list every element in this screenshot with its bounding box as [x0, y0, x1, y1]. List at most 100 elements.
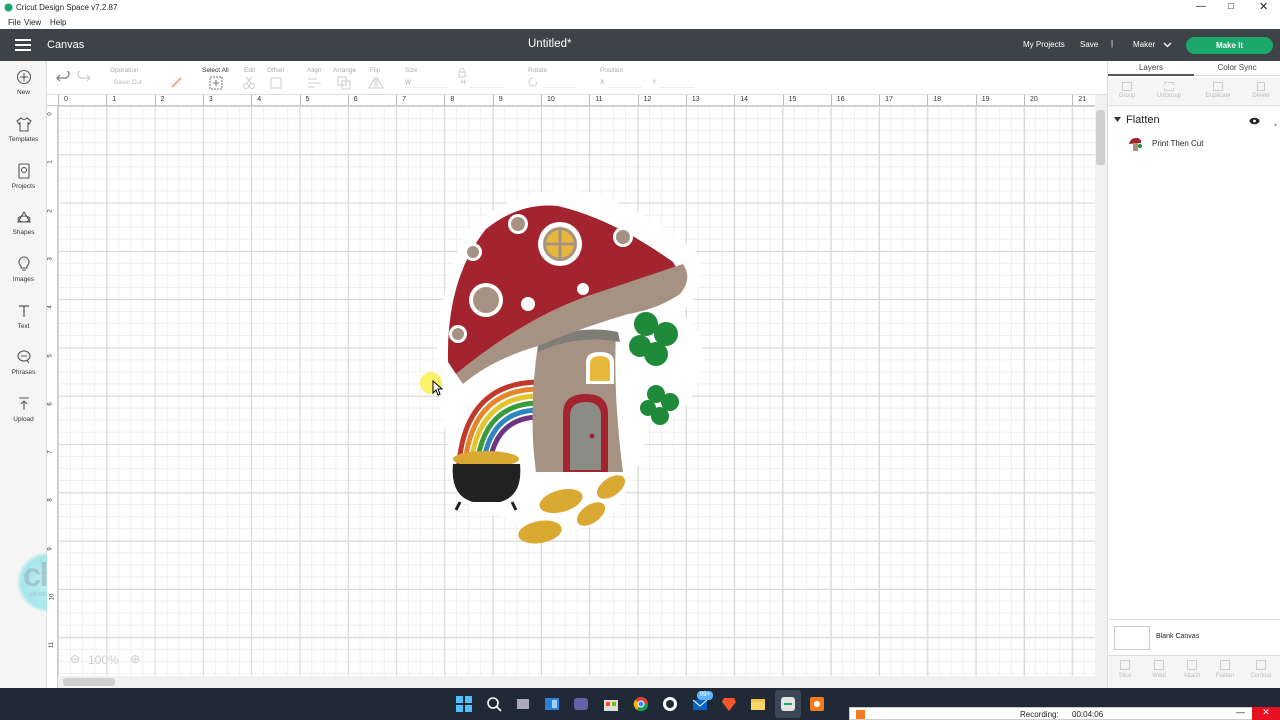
ruler-top-line — [685, 95, 687, 106]
operation-select[interactable]: Basic Cut — [114, 79, 142, 86]
arrange-icon[interactable] — [337, 76, 353, 90]
ruler-top-line — [251, 95, 253, 106]
width-input[interactable] — [413, 77, 447, 88]
sidebar-item-phrases[interactable]: Phrases — [0, 349, 47, 376]
zoom-control[interactable]: ⊖ 100% ⊕ — [70, 650, 142, 670]
panel-scrollbar[interactable]: ▴ — [1274, 113, 1279, 613]
attach-button[interactable]: Attach — [1176, 660, 1208, 679]
blank-canvas-row[interactable]: Blank Canvas — [1108, 619, 1280, 655]
sidebar-item-templates[interactable]: Templates — [0, 116, 47, 143]
offset-icon[interactable] — [269, 76, 285, 90]
edit-label[interactable]: Edit — [244, 67, 255, 74]
sidebar-item-new[interactable]: New — [0, 69, 47, 96]
select-all-icon[interactable] — [209, 76, 223, 90]
flatten-button[interactable]: Flatten — [1208, 660, 1242, 679]
recorder-icon[interactable] — [809, 696, 825, 712]
delete-button[interactable]: Delete — [1245, 82, 1277, 99]
contour-button[interactable]: Contour — [1244, 660, 1278, 679]
ungroup-button[interactable]: UnGroup — [1153, 82, 1185, 99]
sidebar-item-images[interactable]: Images — [0, 256, 47, 283]
menu-help[interactable]: Help — [50, 18, 66, 27]
search-icon[interactable] — [486, 696, 502, 712]
edit-scissors-icon[interactable] — [242, 76, 258, 90]
my-projects-link[interactable]: My Projects — [1023, 40, 1065, 49]
sidebar-item-upload[interactable]: Upload — [0, 396, 47, 423]
select-all-label[interactable]: Select All — [202, 67, 229, 74]
ruler-top-line — [58, 95, 59, 106]
collapse-triangle-icon[interactable] — [1114, 117, 1121, 123]
task-view-icon[interactable] — [515, 696, 531, 712]
layer-group-name[interactable]: Flatten — [1126, 114, 1160, 126]
close-icon[interactable]: ✕ — [1259, 0, 1268, 13]
group-label: Group — [1118, 93, 1136, 99]
horizontal-scroll-thumb[interactable] — [63, 678, 115, 686]
arrange-label[interactable]: Arrange — [333, 67, 356, 74]
vertical-scrollbar[interactable] — [1095, 95, 1107, 688]
ruler-top-line — [541, 95, 542, 106]
menu-file[interactable]: File — [8, 18, 21, 27]
make-it-button[interactable]: Make It — [1186, 37, 1273, 54]
widgets-icon[interactable] — [544, 696, 560, 712]
cricut-taskbar-active[interactable] — [775, 690, 801, 718]
file-explorer-icon[interactable] — [750, 696, 766, 712]
align-icon[interactable] — [307, 77, 323, 89]
y-input[interactable] — [660, 77, 694, 88]
tab-color-sync[interactable]: Color Sync — [1194, 61, 1280, 76]
lock-icon[interactable] — [457, 68, 467, 78]
zoom-out-icon[interactable]: ⊖ — [70, 652, 80, 666]
ruler-top-tick: 20 — [1030, 96, 1038, 103]
flip-label[interactable]: Flip — [370, 67, 380, 74]
ruler-left-tick: 3 — [47, 257, 54, 261]
horizontal-scrollbar[interactable] — [58, 676, 1095, 688]
undo-icon[interactable] — [56, 71, 70, 83]
x-input[interactable] — [608, 77, 642, 88]
ruler-top-line — [927, 95, 929, 106]
store-icon[interactable] — [603, 696, 619, 712]
ruler-top-tick: 16 — [836, 96, 845, 103]
plus-circle-icon — [16, 69, 31, 85]
duplicate-button[interactable]: Duplicate — [1200, 82, 1236, 99]
ruler-top-tick: 1 — [112, 96, 117, 103]
recording-close-icon[interactable]: ✕ — [1252, 707, 1280, 720]
height-input[interactable] — [469, 77, 503, 88]
teams-chat-icon[interactable] — [573, 696, 589, 712]
windows-start-icon[interactable] — [456, 696, 472, 712]
menu-view[interactable]: View — [24, 18, 41, 27]
save-button[interactable]: Save — [1080, 40, 1098, 49]
zoom-in-icon[interactable]: ⊕ — [130, 652, 140, 666]
hamburger-menu-icon[interactable] — [15, 39, 31, 51]
sidebar-item-shapes[interactable]: Shapes — [0, 209, 47, 236]
maximize-icon[interactable]: □ — [1228, 1, 1234, 12]
flip-icon[interactable] — [367, 76, 385, 90]
weld-button[interactable]: Weld — [1144, 660, 1174, 679]
tab-layers[interactable]: Layers — [1108, 61, 1194, 76]
app-icon[interactable] — [662, 696, 678, 712]
design-canvas[interactable]: ⊖ 100% ⊕ — [58, 106, 1095, 676]
chrome-icon[interactable] — [633, 696, 649, 712]
visibility-eye-icon[interactable] — [1249, 117, 1260, 125]
sidebar-item-text[interactable]: Text — [0, 303, 47, 330]
group-button[interactable]: Group — [1112, 82, 1142, 99]
ruler-top-tick: 11 — [595, 96, 603, 103]
sidebar-item-projects[interactable]: Projects — [0, 163, 47, 190]
pen-color-icon[interactable] — [171, 76, 183, 88]
minimize-icon[interactable]: — — [1196, 1, 1206, 12]
vertical-scroll-thumb[interactable] — [1096, 110, 1105, 165]
ruler-top-tick: 17 — [885, 96, 893, 103]
ruler-left-tick: 8 — [47, 498, 54, 503]
recording-minimize-icon[interactable]: — — [1236, 707, 1245, 717]
chevron-down-icon[interactable] — [1163, 42, 1172, 48]
machine-select[interactable]: Maker — [1133, 40, 1155, 49]
brave-icon[interactable] — [721, 696, 737, 712]
ruler-top-tick: 14 — [740, 96, 748, 103]
blank-canvas-swatch[interactable] — [1114, 626, 1150, 650]
redo-icon[interactable] — [77, 71, 91, 83]
recording-time: 00:04:06 — [1072, 710, 1104, 719]
offset-label[interactable]: Offset — [267, 67, 284, 74]
align-label[interactable]: Align — [307, 67, 321, 74]
slice-button[interactable]: Slice — [1110, 660, 1140, 679]
layer-item-name[interactable]: Print Then Cut — [1152, 139, 1203, 148]
ruler-top-line — [154, 95, 156, 106]
rotate-input[interactable] — [543, 77, 577, 88]
mushroom-house-design[interactable] — [428, 184, 768, 564]
